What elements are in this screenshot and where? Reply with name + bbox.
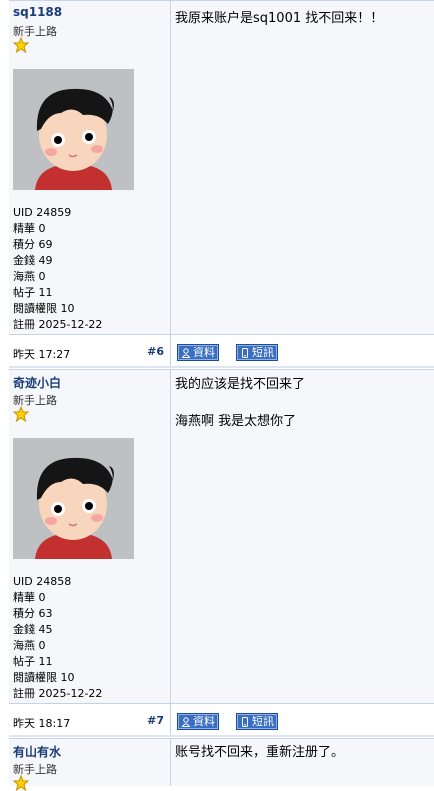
star-icon [13,37,29,53]
post-6: sq1188 新手上路 UID 24859 精華 0 積分 69 金錢 49 海… [9,0,434,335]
stat-jinghua: 精華 0 [13,222,46,235]
post-divider [9,735,434,737]
author-panel: 奇迹小白 新手上路 UID 24858 精華 0 積分 63 金錢 45 海燕 … [9,370,171,704]
profile-label: 資料 [193,715,215,728]
post-8: 有山有水 新手上路 账号找不回来，重新注册了。 [9,738,434,791]
stat-zhuce: 註冊 2025-12-22 [13,687,103,700]
post-number[interactable]: #7 [147,714,164,727]
post-content: 我原来账户是sq1001 找不回来！！ [171,1,434,335]
post-footer-meta: 昨天 17:27 #6 [9,334,171,367]
pm-button[interactable]: 短訊 [236,344,278,361]
post-number[interactable]: #6 [147,345,164,358]
author-panel: 有山有水 新手上路 [9,739,171,791]
stat-tiezi: 帖子 11 [13,286,53,299]
post-text: 账号找不回来，重新注册了。 [175,745,345,760]
phone-icon [242,347,248,358]
stat-uid: UID 24858 [13,575,72,588]
pm-button[interactable]: 短訊 [236,713,278,730]
stat-yuedu: 閱讀權限 10 [13,671,75,684]
phone-icon [242,716,248,727]
post-footer-meta: 昨天 18:17 #7 [9,703,171,736]
stat-uid: UID 24859 [13,206,72,219]
profile-button[interactable]: 資料 [177,713,219,730]
post-text-line-1: 我的应该是找不回来了 [175,377,306,392]
post-divider [9,366,434,368]
post-7: 奇迹小白 新手上路 UID 24858 精華 0 積分 63 金錢 45 海燕 … [9,369,434,704]
stat-jinghua: 精華 0 [13,591,46,604]
stat-tiezi: 帖子 11 [13,655,53,668]
post-content: 我的应该是找不回来了 海燕啊 我是太想你了 [171,370,434,704]
username-link[interactable]: sq1188 [13,5,62,19]
stat-haiyan: 海燕 0 [13,639,46,652]
post-footer-actions: 資料 短訊 [171,334,434,367]
post-time: 昨天 17:27 [13,348,71,361]
stat-jinqian: 金錢 49 [13,254,53,267]
post-time: 昨天 18:17 [13,717,71,730]
post-content: 账号找不回来，重新注册了。 [171,739,434,786]
stat-jifen: 積分 63 [13,607,53,620]
user-icon [181,716,191,727]
star-icon [13,406,29,422]
avatar [13,69,134,190]
pm-label: 短訊 [252,346,274,359]
star-icon [13,775,29,791]
profile-label: 資料 [193,346,215,359]
stat-jifen: 積分 69 [13,238,53,251]
username-link[interactable]: 奇迹小白 [13,374,61,391]
user-icon [181,347,191,358]
user-stats: UID 24859 精華 0 積分 69 金錢 49 海燕 0 帖子 11 閱讀… [13,205,102,333]
user-stats: UID 24858 精華 0 積分 63 金錢 45 海燕 0 帖子 11 閱讀… [13,574,102,702]
stat-yuedu: 閱讀權限 10 [13,302,75,315]
stat-haiyan: 海燕 0 [13,270,46,283]
username-link[interactable]: 有山有水 [13,743,61,760]
stat-zhuce: 註冊 2025-12-22 [13,318,103,331]
pm-label: 短訊 [252,715,274,728]
author-panel: sq1188 新手上路 UID 24859 精華 0 積分 69 金錢 49 海… [9,1,171,335]
profile-button[interactable]: 資料 [177,344,219,361]
avatar [13,438,134,559]
post-text: 我原来账户是sq1001 找不回来！！ [175,11,384,26]
post-footer-actions: 資料 短訊 [171,703,434,736]
stat-jinqian: 金錢 45 [13,623,53,636]
post-text-line-2: 海燕啊 我是太想你了 [175,414,297,429]
